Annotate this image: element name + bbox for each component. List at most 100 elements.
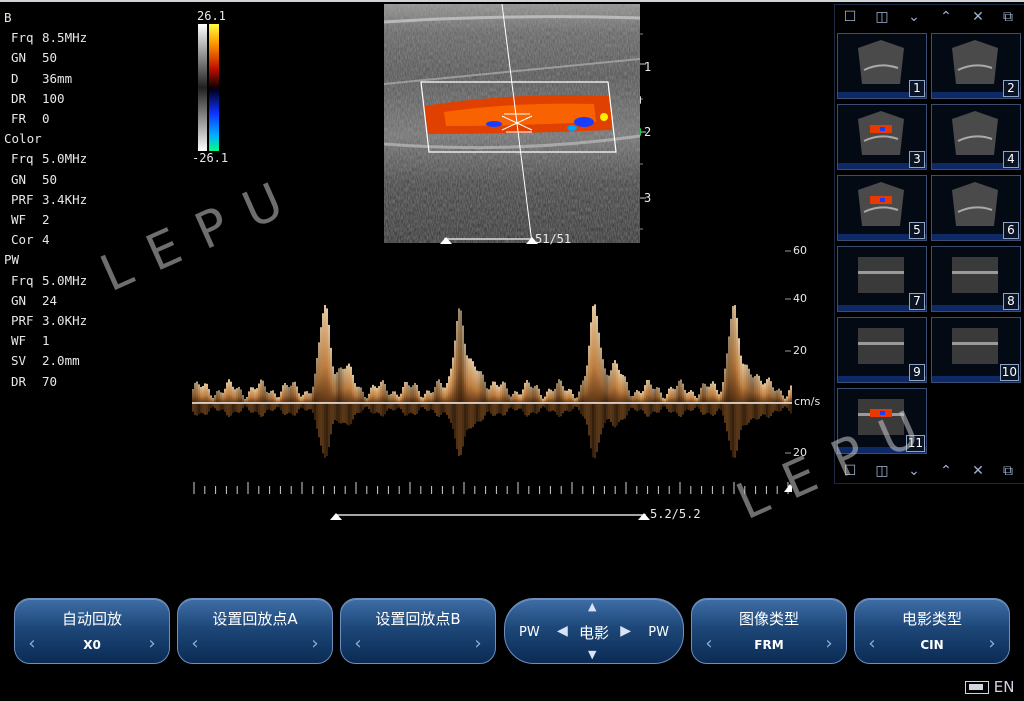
spectrum-column bbox=[456, 320, 458, 403]
arrow-right-icon[interactable]: › bbox=[143, 635, 161, 653]
input-language[interactable]: EN bbox=[994, 678, 1015, 696]
param-value: 5.0MHz bbox=[42, 151, 88, 167]
spectrum-column bbox=[530, 386, 532, 403]
spectrum-column bbox=[746, 364, 748, 403]
pw-param-gn: GN 24 bbox=[4, 291, 87, 311]
chevron-up-icon[interactable]: ⌃ bbox=[935, 8, 957, 26]
cine-thumbnail[interactable]: 10 bbox=[931, 317, 1021, 383]
spectrum-column bbox=[270, 390, 272, 403]
arrow-right-icon[interactable]: › bbox=[983, 635, 1001, 653]
spectrum-mirror-column bbox=[558, 404, 560, 418]
bmode-image[interactable] bbox=[384, 4, 640, 243]
arrow-right-icon[interactable]: › bbox=[306, 635, 324, 653]
export-icon[interactable]: ⧉ bbox=[997, 8, 1019, 26]
cine-thumbnail[interactable]: 7 bbox=[837, 246, 927, 312]
export-icon[interactable]: ⧉ bbox=[997, 462, 1019, 480]
spectrum-column bbox=[450, 368, 452, 403]
spectrum-mirror-column bbox=[452, 404, 454, 430]
spectrum-mirror-column bbox=[744, 404, 746, 426]
spectrum-column bbox=[452, 357, 454, 403]
close-icon[interactable]: ✕ bbox=[967, 462, 989, 480]
chevron-down-icon[interactable]: ⌄ bbox=[903, 8, 925, 26]
arrow-down-icon[interactable]: ▼ bbox=[588, 648, 596, 661]
spectrum-mirror-column bbox=[662, 404, 664, 407]
spectrum-mirror-column bbox=[564, 404, 566, 411]
spectrum-column bbox=[274, 393, 276, 403]
vel-mark-60: 60 bbox=[793, 244, 807, 257]
thumbnail-number: 3 bbox=[909, 151, 925, 168]
spectrum-column bbox=[320, 327, 322, 403]
spectrum-column bbox=[482, 374, 484, 403]
spectrum-mirror-column bbox=[490, 404, 492, 414]
spectrum-mirror-column bbox=[278, 404, 280, 408]
pw-doppler-spectrum[interactable] bbox=[192, 244, 792, 496]
cine-thumbnail[interactable]: 6 bbox=[931, 175, 1021, 241]
spectrum-mirror-column bbox=[594, 404, 596, 459]
spectrum-cine-slider[interactable] bbox=[328, 508, 652, 522]
color-param-prf: PRF 3.4KHz bbox=[4, 190, 87, 210]
spectrum-column bbox=[532, 387, 534, 403]
cine-type-button[interactable]: 电影类型 ‹ CIN › bbox=[854, 598, 1010, 664]
thumbnail-number: 5 bbox=[909, 222, 925, 239]
spectrum-mirror-column bbox=[682, 404, 684, 415]
spectrum-mirror-column bbox=[680, 404, 682, 417]
chevron-down-icon[interactable]: ⌄ bbox=[903, 462, 925, 480]
arrow-right-icon[interactable]: ▶ bbox=[620, 623, 631, 639]
arrow-right-icon[interactable]: › bbox=[469, 635, 487, 653]
spectrum-mirror-column bbox=[726, 404, 728, 432]
cine-thumbnail[interactable]: 1 bbox=[837, 33, 927, 99]
cine-thumbnail[interactable]: 2 bbox=[931, 33, 1021, 99]
spectrum-mirror-column bbox=[522, 404, 524, 412]
spectrum-column bbox=[384, 384, 386, 403]
auto-replay-button[interactable]: 自动回放 ‹ X0 › bbox=[14, 598, 170, 664]
cine-thumbnail[interactable]: 8 bbox=[931, 246, 1021, 312]
spectrum-mirror-column bbox=[484, 404, 486, 416]
spectrum-column bbox=[694, 395, 696, 403]
spectrum-mirror-column bbox=[628, 404, 630, 411]
spectrum-column bbox=[526, 380, 528, 403]
spectrum-mirror-column bbox=[534, 404, 536, 414]
spectrum-mirror-column bbox=[478, 404, 480, 422]
spectrum-mirror-column bbox=[340, 404, 342, 424]
spectrum-mirror-column bbox=[632, 404, 634, 408]
set-replay-point-a-button[interactable]: 设置回放点A ‹ › bbox=[177, 598, 333, 664]
spectrum-column bbox=[418, 391, 420, 403]
spectrum-mirror-column bbox=[192, 404, 194, 412]
spectrum-column bbox=[446, 383, 448, 403]
single-layout-icon[interactable]: ☐ bbox=[839, 8, 861, 26]
image-type-button[interactable]: 图像类型 ‹ FRM › bbox=[691, 598, 847, 664]
spectrum-mirror-column bbox=[442, 404, 444, 413]
spectrum-column bbox=[744, 364, 746, 403]
spectrum-mirror-column bbox=[350, 404, 352, 424]
set-replay-point-b-button[interactable]: 设置回放点B ‹ › bbox=[340, 598, 496, 664]
dual-layout-icon[interactable]: ◫ bbox=[871, 8, 893, 26]
arrow-left-icon[interactable]: ‹ bbox=[186, 635, 204, 653]
cine-thumbnail[interactable]: 3 bbox=[837, 104, 927, 170]
spectrum-mirror-column bbox=[644, 404, 646, 414]
spectrum-mirror-column bbox=[576, 404, 578, 408]
cine-thumbnail[interactable]: 4 bbox=[931, 104, 1021, 170]
arrow-right-icon[interactable]: › bbox=[820, 635, 838, 653]
spectrum-mirror-column bbox=[468, 404, 470, 429]
spectrum-mirror-column bbox=[306, 404, 308, 411]
spectrum-mirror-column bbox=[698, 404, 700, 409]
close-icon[interactable]: ✕ bbox=[967, 8, 989, 26]
cine-thumbnail[interactable]: 9 bbox=[837, 317, 927, 383]
spectrum-mirror-column bbox=[262, 404, 264, 417]
arrow-left-icon[interactable]: ‹ bbox=[349, 635, 367, 653]
chevron-up-icon[interactable]: ⌃ bbox=[935, 462, 957, 480]
spectrum-column bbox=[654, 388, 656, 403]
spectrum-column bbox=[734, 305, 736, 403]
spectrum-mirror-column bbox=[370, 404, 372, 413]
cine-control-button[interactable]: ▲ PW ◀ 电影 ▶ PW ▼ bbox=[504, 598, 684, 664]
spectrum-mirror-column bbox=[462, 404, 464, 447]
spectrum-column bbox=[728, 336, 730, 403]
spectrum-column bbox=[260, 379, 262, 403]
spectrum-mirror-column bbox=[460, 404, 462, 455]
spectrum-mirror-column bbox=[282, 404, 284, 414]
spectrum-column bbox=[334, 373, 336, 403]
cine-thumbnail[interactable]: 5 bbox=[837, 175, 927, 241]
spectrum-mirror-column bbox=[574, 404, 576, 407]
spectrum-column bbox=[404, 381, 406, 403]
arrow-up-icon[interactable]: ▲ bbox=[588, 600, 596, 613]
